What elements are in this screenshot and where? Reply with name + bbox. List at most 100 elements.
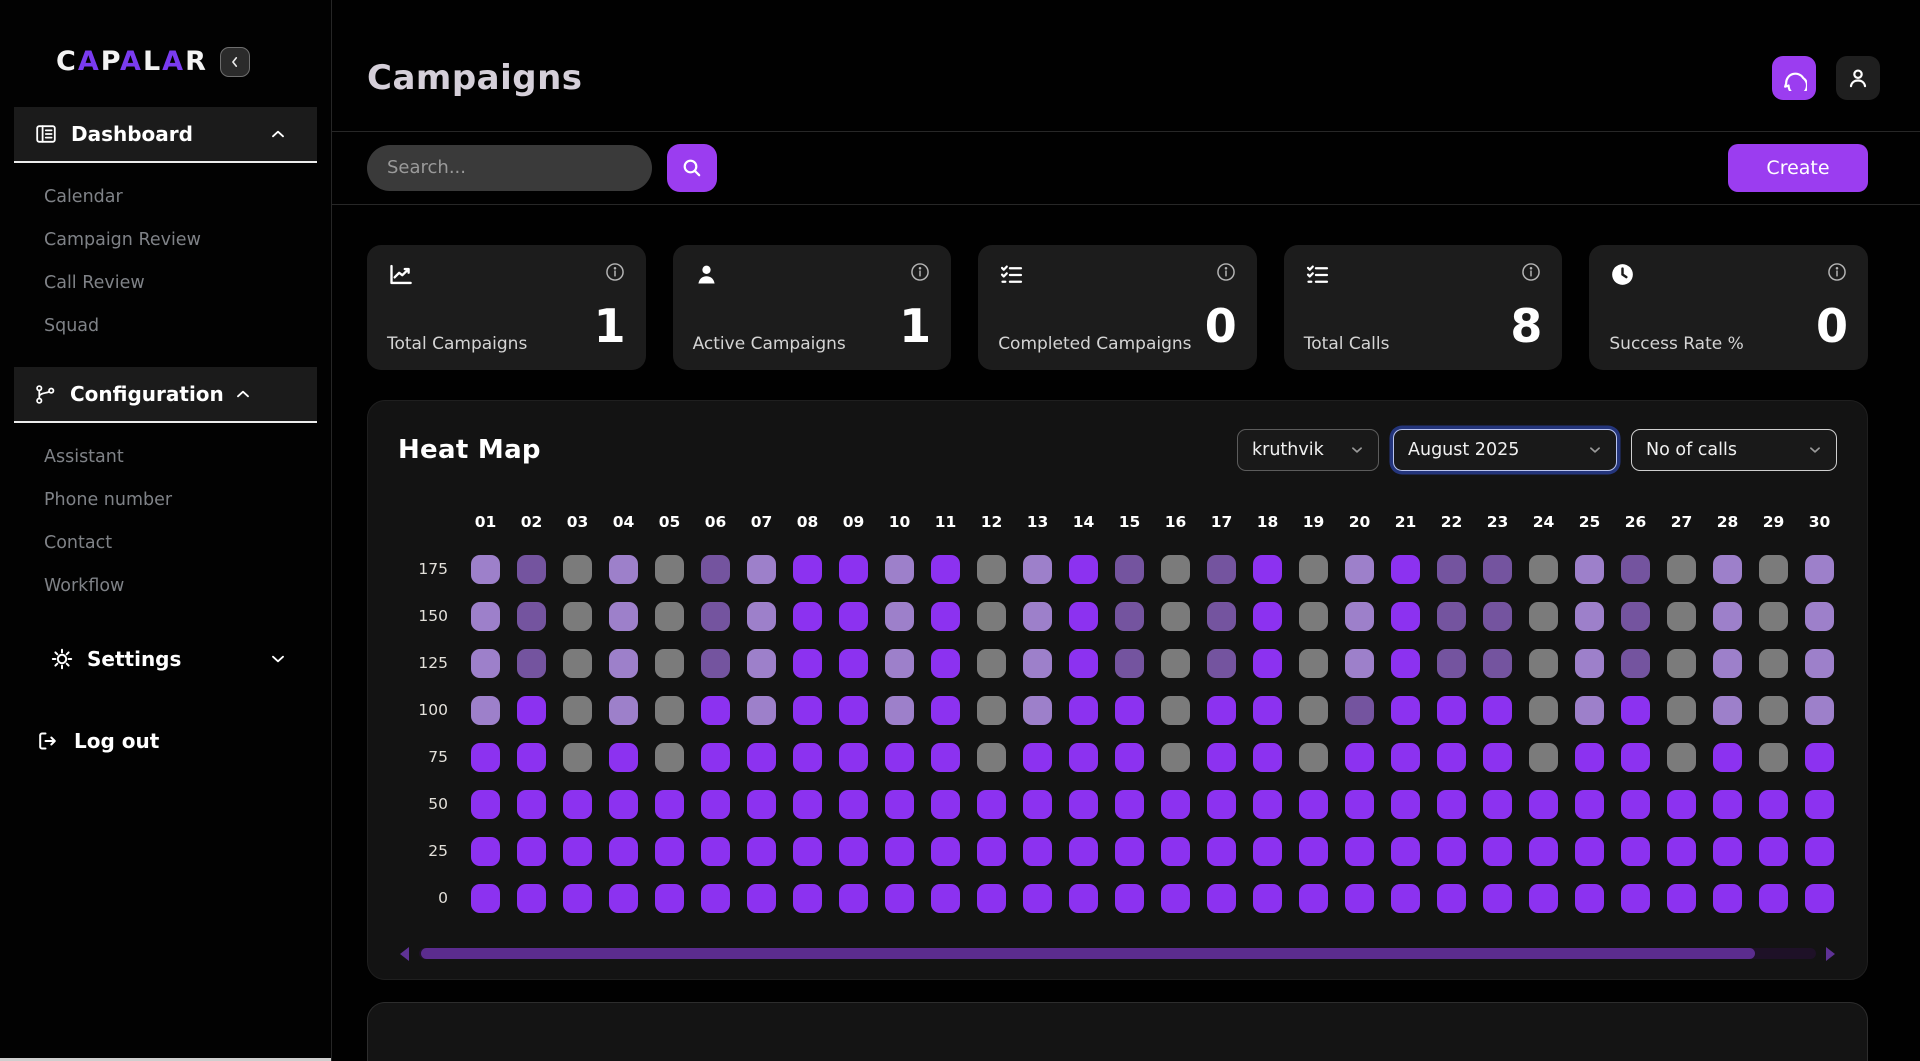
chat-button[interactable] — [1772, 56, 1816, 100]
heatmap-cell — [1437, 743, 1466, 772]
heatmap-cell — [1575, 743, 1604, 772]
search-button[interactable] — [667, 144, 717, 192]
logout-button[interactable]: Log out — [36, 729, 295, 753]
heatmap-cell — [1391, 743, 1420, 772]
heatmap-cell — [1805, 884, 1834, 913]
heatmap-cell — [1529, 790, 1558, 819]
stat-label: Total Calls — [1304, 334, 1390, 354]
sidebar-section-settings[interactable]: Settings — [14, 643, 317, 675]
heatmap-cell — [655, 696, 684, 725]
heatmap-cell — [563, 790, 592, 819]
heatmap-cell — [655, 790, 684, 819]
filter-value: August 2025 — [1408, 440, 1519, 460]
heatmap-filter-august-2025[interactable]: August 2025 — [1393, 429, 1617, 471]
sidebar: CAPALAR Dashboard Calendar Campaign Review… — [0, 0, 332, 1061]
heatmap-cell — [609, 602, 638, 631]
sidebar-item-squad[interactable]: Squad — [44, 316, 331, 337]
user-filled-icon — [693, 261, 720, 288]
heatmap-cell — [1023, 743, 1052, 772]
heatmap-cell — [1299, 696, 1328, 725]
info-icon[interactable] — [909, 261, 931, 283]
info-icon[interactable] — [1520, 261, 1542, 283]
heatmap-cell — [1529, 696, 1558, 725]
heatmap-cell — [1115, 837, 1144, 866]
chevron-down-icon — [267, 648, 297, 670]
scrollbar-track[interactable] — [419, 948, 1816, 959]
sidebar-item-workflow[interactable]: Workflow — [44, 576, 331, 597]
sidebar-item-assistant[interactable]: Assistant — [44, 447, 331, 468]
heatmap-cell — [563, 884, 592, 913]
heatmap-col-label: 18 — [1257, 513, 1279, 531]
heatmap-filter-no-of-calls[interactable]: No of calls — [1631, 429, 1837, 471]
heatmap-col-label: 25 — [1579, 513, 1601, 531]
create-button[interactable]: Create — [1728, 144, 1868, 192]
heatmap-cell — [885, 649, 914, 678]
heatmap-cell — [1621, 790, 1650, 819]
scrollbar-thumb[interactable] — [421, 948, 1755, 959]
heatmap-cell — [1023, 837, 1052, 866]
heatmap-grid: 0102030405060708091011121314151617181920… — [398, 507, 1837, 913]
heatmap-cell — [931, 837, 960, 866]
info-icon[interactable] — [1826, 261, 1848, 283]
heatmap-cell — [1759, 743, 1788, 772]
gear-icon — [50, 647, 74, 671]
heatmap-card: Heat Map kruthvikAugust 2025No of calls … — [367, 400, 1868, 979]
sidebar-collapse-button[interactable] — [220, 47, 250, 77]
section-label: Configuration — [70, 382, 224, 406]
heatmap-filter-kruthvik[interactable]: kruthvik — [1237, 429, 1379, 471]
heatmap-cell — [931, 602, 960, 631]
heatmap-cell — [1529, 555, 1558, 584]
info-icon[interactable] — [604, 261, 626, 283]
sidebar-section-configuration[interactable]: Configuration — [14, 367, 317, 423]
sidebar-item-call-review[interactable]: Call Review — [44, 273, 331, 294]
heatmap-col-label: 01 — [475, 513, 497, 531]
stat-card-active-campaigns: Active Campaigns1 — [673, 245, 952, 370]
heatmap-cell — [1713, 790, 1742, 819]
logout-label: Log out — [74, 729, 159, 753]
sidebar-section-dashboard[interactable]: Dashboard — [14, 107, 317, 163]
heatmap-cell — [1161, 884, 1190, 913]
heatmap-cell — [609, 884, 638, 913]
heatmap-cell — [885, 743, 914, 772]
toolbar: Create — [332, 132, 1920, 206]
heatmap-cell — [931, 696, 960, 725]
heatmap-cell — [1299, 649, 1328, 678]
heatmap-row-label: 75 — [428, 748, 454, 766]
stat-label: Total Campaigns — [387, 334, 527, 354]
heatmap-cell — [1483, 837, 1512, 866]
heatmap-cell — [1621, 555, 1650, 584]
heatmap-col-label: 23 — [1487, 513, 1509, 531]
heatmap-cell — [885, 555, 914, 584]
heatmap-cell — [609, 837, 638, 866]
heatmap-col-label: 02 — [521, 513, 543, 531]
heatmap-col-label: 08 — [797, 513, 819, 531]
scroll-left-arrow-icon[interactable] — [400, 947, 409, 961]
heatmap-cell — [701, 602, 730, 631]
stat-card-top — [387, 261, 626, 288]
stat-card-bottom: Active Campaigns1 — [693, 307, 932, 354]
profile-button[interactable] — [1836, 56, 1880, 100]
stat-card-bottom: Success Rate %0 — [1609, 307, 1848, 354]
sidebar-item-contact[interactable]: Contact — [44, 533, 331, 554]
info-icon[interactable] — [1215, 261, 1237, 283]
sidebar-item-calendar[interactable]: Calendar — [44, 187, 331, 208]
heatmap-cell — [1391, 555, 1420, 584]
scroll-right-arrow-icon[interactable] — [1826, 947, 1835, 961]
heatmap-cell — [1621, 649, 1650, 678]
heatmap-col-label: 14 — [1073, 513, 1095, 531]
heatmap-cell — [517, 555, 546, 584]
search-input[interactable] — [367, 145, 652, 191]
sidebar-item-phone-number[interactable]: Phone number — [44, 490, 331, 511]
heatmap-cell — [1575, 790, 1604, 819]
heatmap-cell — [563, 837, 592, 866]
capalar-logo: CAPALAR — [56, 46, 208, 77]
sidebar-nav: Dashboard Calendar Campaign Review Call Rev… — [0, 107, 331, 675]
heatmap-cell — [1345, 649, 1374, 678]
heatmap-horizontal-scrollbar[interactable] — [398, 947, 1837, 961]
sidebar-item-campaign-review[interactable]: Campaign Review — [44, 230, 331, 251]
heatmap-cell — [471, 884, 500, 913]
logo-letter: L — [143, 46, 162, 77]
heatmap-cell — [517, 837, 546, 866]
heatmap-cell — [1161, 602, 1190, 631]
heatmap-cell — [471, 696, 500, 725]
